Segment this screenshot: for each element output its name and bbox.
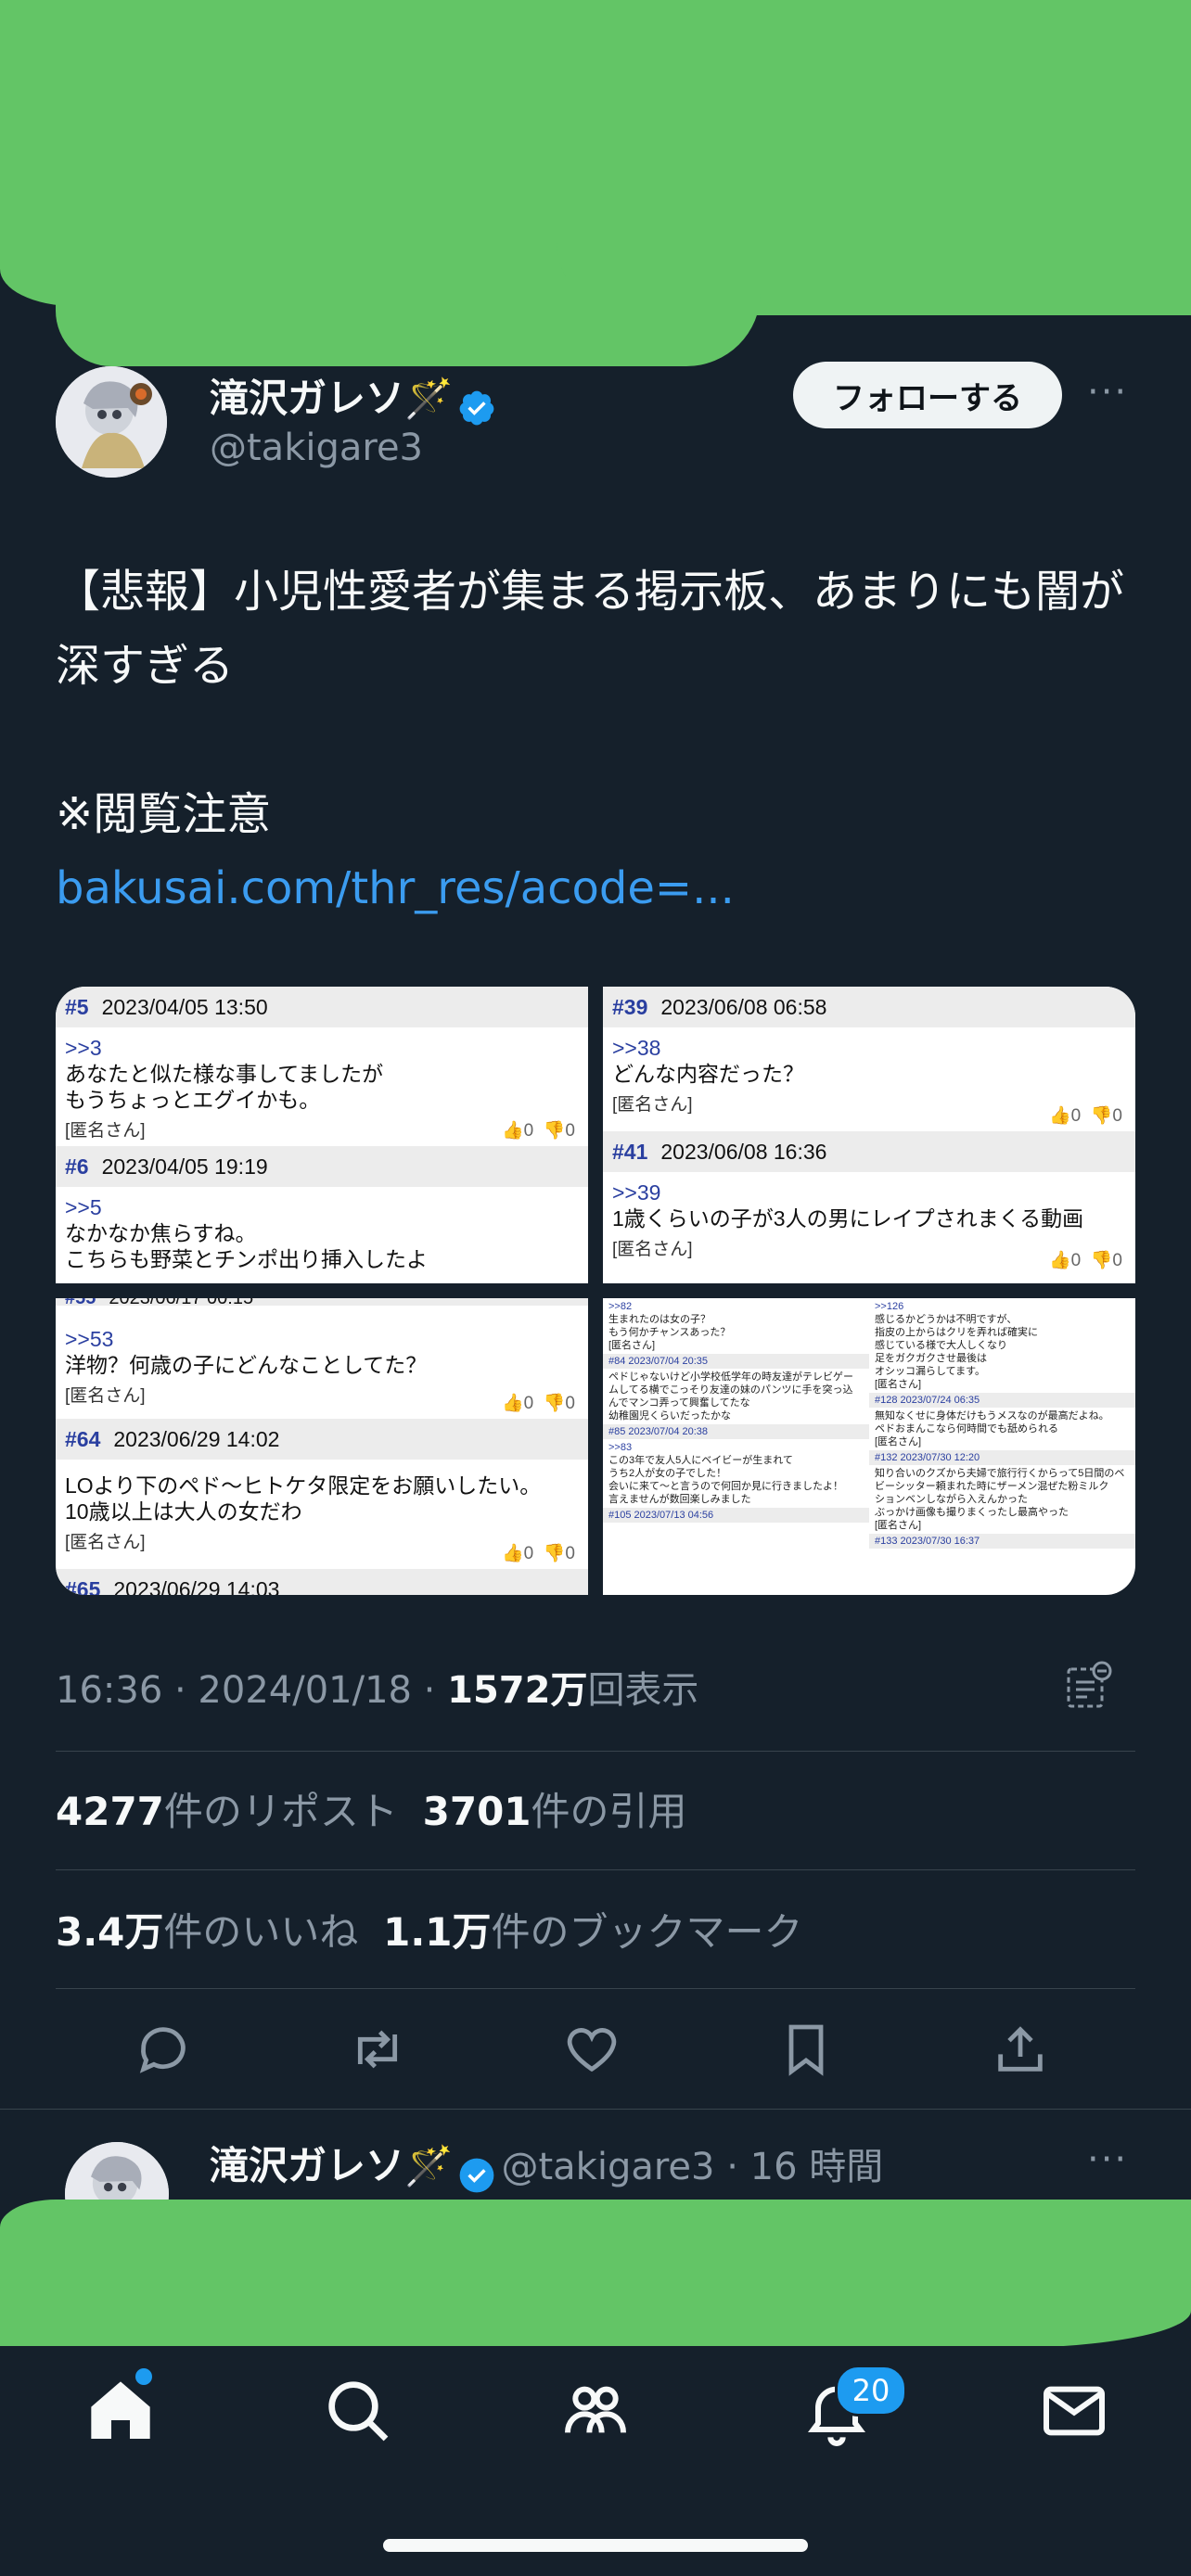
tweet-timestamp[interactable]: 16:36 · 2024/01/18 · [56, 1669, 447, 1712]
post-header: #64 2023/06/29 14:02 [56, 1419, 588, 1460]
bookmark-icon[interactable] [776, 2020, 836, 2079]
more-options-icon[interactable]: ··· [1087, 371, 1128, 414]
divider [56, 1751, 1135, 1752]
avatar[interactable] [56, 366, 167, 478]
post-body: >>5 なかなか焦らすね。 こちらも野菜とチンポ出り挿入したよ [65, 1195, 428, 1271]
mini-post: ペドじゃないけど小学校低学年の時友達がテレビゲー ムしてる横でこっそり友達の妹のパ… [608, 1371, 853, 1422]
divider [56, 1988, 1135, 1989]
tweet-meta: 16:36 · 2024/01/18 · 1572万回表示 [56, 1660, 698, 1714]
post-header: #5 2023/04/05 13:50 [56, 987, 588, 1027]
home-icon[interactable] [83, 2374, 158, 2448]
post-body: >>39 1歳くらいの子が3人の男にレイプされまくる動画 [匿名さん] 👍0 👎… [603, 1172, 1135, 1276]
post-body: LOより下のペド～ヒトケタ限定をお願いしたい。 10歳以上は大人の女だわ [匿名… [56, 1460, 588, 1569]
analytics-icon[interactable] [1063, 1660, 1115, 1712]
vote-icons: 👍0 👎0 [1048, 1251, 1122, 1270]
quotes-count[interactable]: 3701 [423, 1789, 531, 1834]
post-body: >>38 どんな内容だった？ [匿名さん] 👍0 👎0 [603, 1027, 1135, 1131]
home-indicator [383, 2539, 808, 2552]
media-grid[interactable]: #5 2023/04/05 13:50 >>3 あなたと似た様な事してましたが も… [56, 987, 1135, 1595]
mini-post-header: #85 2023/07/04 20:38 [603, 1424, 869, 1439]
vote-icons: 👍0 👎0 [1048, 1106, 1122, 1126]
communities-icon[interactable] [558, 2374, 633, 2448]
post-body: >>53 洋物？何歳の子にどんなことしてた？ [匿名さん] 👍0 👎0 [56, 1306, 588, 1419]
likes-stat[interactable]: 3.4万件のいいね 1.1万件のブックマーク [56, 1901, 803, 1958]
views-count: 1572万 [447, 1669, 588, 1712]
post-header: #41 2023/06/08 16:36 [603, 1131, 1135, 1172]
post-header: #6 2023/04/05 19:19 [56, 1146, 588, 1187]
vote-icons: 👍0 👎0 [501, 1121, 575, 1141]
divider [56, 1869, 1135, 1870]
mini-post: 知り合いのクズから夫婦で旅行行くからって5日間のベ ビーシッター頼まれた時にザーメ… [875, 1468, 1125, 1531]
media-image-3[interactable]: #552023/06/17 00:15 >>53 洋物？何歳の子にどんなことして… [56, 1298, 588, 1595]
mini-post-header: #128 2023/07/24 06:35 [869, 1393, 1135, 1408]
reposts-stat[interactable]: 4277件のリポスト 3701件の引用 [56, 1780, 687, 1837]
views-label: 回表示 [587, 1669, 699, 1712]
home-unread-dot [135, 2368, 152, 2385]
author-handle[interactable]: @takigare3 [210, 427, 423, 469]
mini-post: 無知なくせに身体だけもうメスなのが最高だよね。 ペドおまんこなら何時間でも舐められ… [875, 1410, 1109, 1447]
media-image-2[interactable]: #39 2023/06/08 06:58 >>38 どんな内容だった？ [匿名さん… [603, 987, 1135, 1283]
mini-post: >>83 この3年で友人5人にベイビーが生まれて うち2人が女の子でした！ 会いに来て… [608, 1442, 843, 1505]
post-header: #65 2023/06/29 14:03 [56, 1569, 588, 1595]
next-tweet-header[interactable]: 滝沢ガレソ🪄 @takigare3 · 16 時間 [210, 2135, 883, 2195]
avatar-illustration-icon [56, 366, 167, 478]
screenshot-column-right: >>126 感じるかどうかは不明ですが、 指皮の上からはクリを弄れば確実に 感じている… [869, 1298, 1135, 1595]
screenshot-column-left: >>82 生まれたのは女の子？ もう何かチャンスあった？ [匿名さん] #84 202… [603, 1298, 869, 1595]
follow-button[interactable]: フォローする [793, 362, 1062, 428]
post-header: #39 2023/06/08 06:58 [603, 987, 1135, 1027]
redaction-overlay-bottom [0, 2200, 1191, 2348]
like-icon[interactable] [562, 2020, 621, 2079]
redaction-overlay-top-lower [56, 278, 761, 366]
mini-post-header: #133 2023/07/30 16:37 [869, 1534, 1135, 1549]
verified-badge-icon [457, 2156, 496, 2195]
mini-post: >>126 感じるかどうかは不明ですが、 指皮の上からはクリを弄れば確実に 感じている… [875, 1301, 1038, 1390]
author-name-row[interactable]: 滝沢ガレソ🪄 [210, 367, 496, 427]
next-tweet-author-name[interactable]: 滝沢ガレソ🪄 [210, 2143, 453, 2188]
tweet-link[interactable]: bakusai.com/thr_res/acode=... [56, 862, 735, 914]
share-icon[interactable] [991, 2020, 1050, 2079]
notifications-badge: 20 [835, 2365, 907, 2417]
mini-post-header: #105 2023/07/13 04:56 [603, 1508, 869, 1523]
mini-post-header: #84 2023/07/04 20:35 [603, 1354, 869, 1369]
post-body: >>3 あなたと似た様な事してましたが もうちょっとエグイかも。 [匿名さん] … [56, 1027, 588, 1146]
vote-icons: 👍0 👎0 [501, 1544, 575, 1563]
post-header: #552023/06/17 00:15 [56, 1298, 588, 1308]
author-name[interactable]: 滝沢ガレソ🪄 [210, 376, 453, 421]
next-tweet-handle-time: @takigare3 · 16 時間 [501, 2146, 884, 2188]
tweet-text: 【悲報】小児性愛者が集まる掲示板、あまりにも闇が深すぎる ※閲覧注意 bakus… [56, 555, 1141, 925]
media-image-1[interactable]: #5 2023/04/05 13:50 >>3 あなたと似た様な事してましたが も… [56, 987, 588, 1283]
bookmarks-count[interactable]: 1.1万 [383, 1909, 491, 1955]
messages-icon[interactable] [1037, 2374, 1111, 2448]
next-tweet-more-icon[interactable]: ··· [1087, 2138, 1128, 2181]
divider [0, 2109, 1191, 2110]
mini-post-header: #132 2023/07/30 12:20 [869, 1450, 1135, 1465]
verified-badge-icon [457, 389, 496, 427]
retweet-icon[interactable] [348, 2020, 407, 2079]
search-icon[interactable] [321, 2374, 395, 2448]
tweet-body: 【悲報】小児性愛者が集まる掲示板、あまりにも闇が深すぎる ※閲覧注意 [56, 566, 1125, 840]
vote-icons: 👍0 👎0 [501, 1394, 575, 1413]
mini-post: >>82 生まれたのは女の子？ もう何かチャンスあった？ [匿名さん] [608, 1301, 731, 1351]
reply-icon[interactable] [134, 2020, 193, 2079]
media-image-4[interactable]: >>82 生まれたのは女の子？ もう何かチャンスあった？ [匿名さん] #84 202… [603, 1298, 1135, 1595]
